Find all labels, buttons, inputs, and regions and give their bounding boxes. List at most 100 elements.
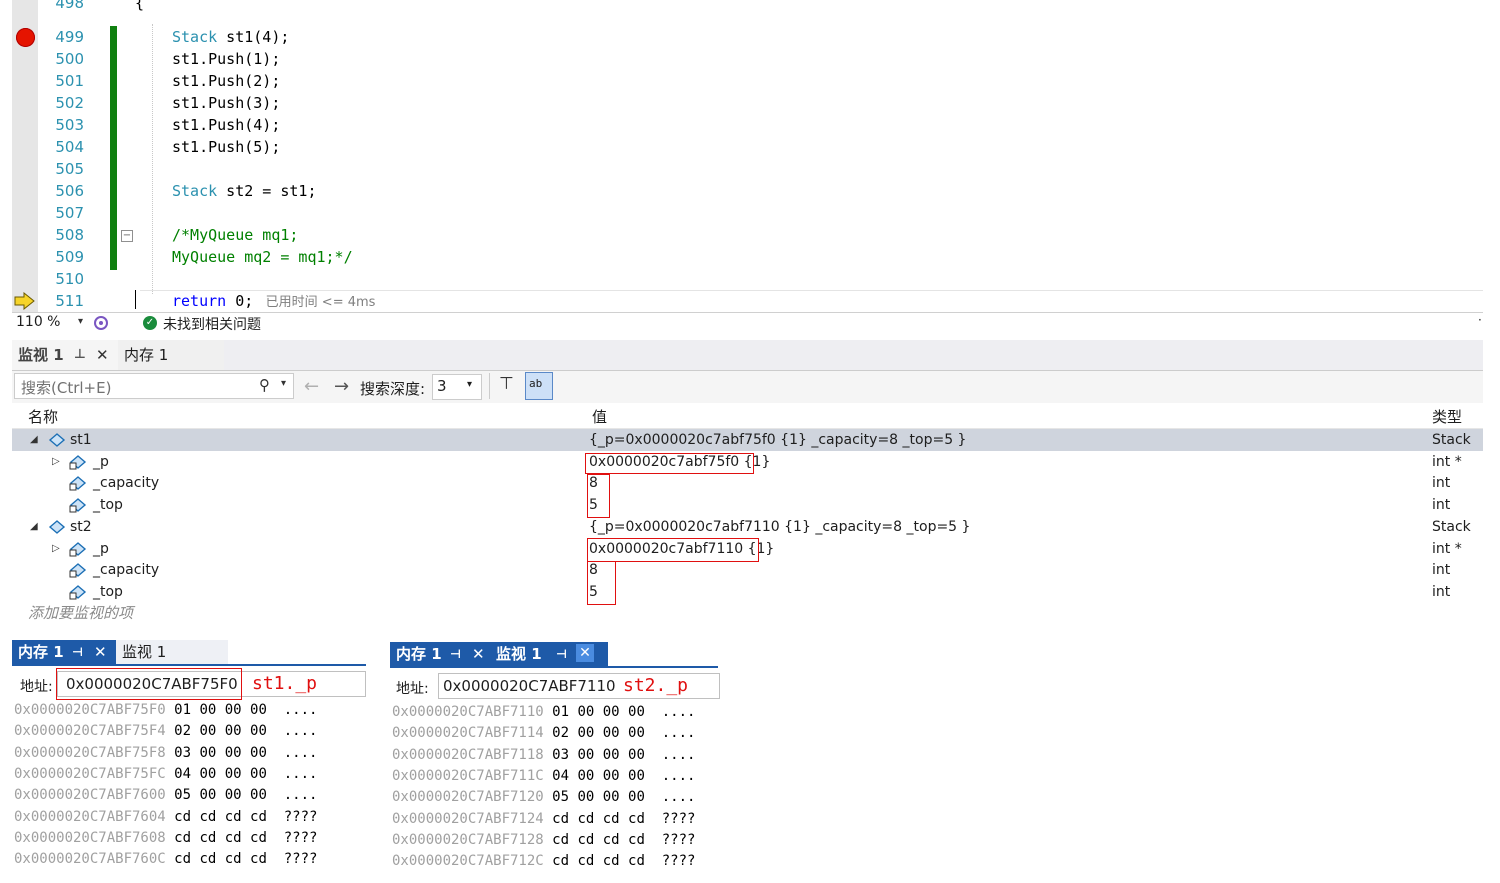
search-depth-dropdown[interactable]: 3 ▾ — [432, 374, 482, 400]
code-editor[interactable]: − 498 {499 Stack st1(4); 500 st1.Push(1); 501… — [0, 0, 1483, 312]
memory-bytes: cd cd cd cd — [174, 808, 267, 825]
code-token: st2 = st1; — [217, 182, 317, 200]
close-icon[interactable]: ✕ — [94, 640, 107, 664]
watch-row-type: int * — [1432, 453, 1462, 470]
memory-address: 0x0000020C7ABF75F0 — [14, 702, 166, 718]
expand-down-icon[interactable]: ◢ — [30, 429, 38, 451]
address-value: 0x0000020C7ABF7110 — [443, 677, 616, 695]
tab-watch1[interactable]: 监视 1 — [116, 640, 228, 664]
memory-row[interactable]: 0x0000020C7ABF75F4 02 00 00 00 .... — [14, 721, 317, 742]
line-number: 500 — [55, 50, 84, 68]
watch-row-name: _p — [93, 453, 109, 470]
line-number: 506 — [55, 182, 84, 200]
column-value[interactable]: 值 — [592, 406, 607, 427]
watch-row[interactable]: ◢ st2 {_p=0x0000020c7abf7110 {1} _capacity… — [12, 516, 1483, 538]
memory-row[interactable]: 0x0000020C7ABF7604 cd cd cd cd ???? — [14, 807, 317, 828]
pin-icon[interactable]: ⊤ — [499, 374, 514, 394]
pin-icon[interactable]: ⊥ — [74, 340, 86, 370]
code-line[interactable]: Stack st1(4); — [172, 26, 289, 48]
memory-row[interactable]: 0x0000020C7ABF7608 cd cd cd cd ???? — [14, 828, 317, 849]
pin-icon[interactable]: ⊣ — [450, 642, 461, 666]
close-icon[interactable]: ✕ — [96, 340, 109, 370]
memory-address: 0x0000020C7ABF7600 — [14, 787, 166, 804]
memory-ascii: .... — [661, 789, 696, 806]
private-field-icon — [69, 541, 87, 556]
forward-arrow-icon[interactable]: → — [334, 376, 349, 397]
pin-icon[interactable]: ⊣ — [556, 642, 567, 666]
tab-memory1[interactable]: 内存 1 ⊣ ✕ — [390, 642, 500, 666]
code-token: st1.Push(2); — [172, 72, 281, 90]
code-line[interactable]: st1.Push(3); — [172, 92, 280, 114]
memory-row[interactable]: 0x0000020C7ABF712C cd cd cd cd ???? — [392, 851, 695, 872]
chevron-down-icon[interactable]: ▾ — [78, 316, 83, 327]
brush-icon[interactable] — [92, 314, 110, 332]
pin-icon[interactable]: ⊣ — [72, 640, 83, 664]
search-input[interactable]: 搜索(Ctrl+E) ⚲ ▾ — [14, 373, 294, 399]
memory-row[interactable]: 0x0000020C7ABF7120 05 00 00 00 .... — [392, 787, 695, 808]
breakpoint-icon[interactable] — [16, 28, 35, 47]
code-line[interactable]: st1.Push(1); — [172, 48, 280, 70]
scroll-arrow-icon[interactable]: · — [1478, 313, 1482, 327]
code-line[interactable]: st1.Push(4); — [172, 114, 280, 136]
memory-row[interactable]: 0x0000020C7ABF7124 cd cd cd cd ???? — [392, 809, 695, 830]
memory-address: 0x0000020C7ABF7114 — [392, 725, 544, 742]
watch-row[interactable]: ◢ st1 {_p=0x0000020c7abf75f0 {1} _capacity… — [12, 429, 1483, 451]
code-line[interactable]: /*MyQueue mq1; — [172, 224, 298, 246]
tab-watch1[interactable]: 监视 1 ⊥ ✕ — [12, 340, 120, 370]
memory-row[interactable]: 0x0000020C7ABF711C 04 00 00 00 .... — [392, 766, 695, 787]
back-arrow-icon[interactable]: ← — [304, 376, 319, 397]
issues-status[interactable]: 未找到相关问题 — [163, 314, 261, 334]
expand-down-icon[interactable]: ◢ — [30, 516, 38, 538]
chevron-down-icon[interactable]: ▾ — [467, 379, 472, 390]
memory-address: 0x0000020C7ABF760C — [14, 851, 166, 868]
memory-row[interactable]: 0x0000020C7ABF75F8 03 00 00 00 .... — [14, 743, 317, 764]
memory-row[interactable]: 0x0000020C7ABF7600 05 00 00 00 .... — [14, 785, 317, 806]
memory-ascii: .... — [661, 704, 696, 720]
memory-bytes: cd cd cd cd — [552, 831, 645, 848]
column-name[interactable]: 名称 — [28, 406, 58, 427]
code-line[interactable]: st1.Push(5); — [172, 136, 280, 158]
watch-row-value[interactable]: {_p=0x0000020c7abf7110 {1} _capacity=8 _… — [589, 516, 970, 538]
memory-row[interactable]: 0x0000020C7ABF75F0 01 00 00 00 .... — [14, 700, 317, 721]
editor-status-bar: 110 % ▾ ✓ 未找到相关问题 · — [12, 312, 1483, 335]
expand-right-icon[interactable]: ▷ — [52, 451, 60, 473]
watch-row[interactable]: _capacity 8 int — [12, 559, 1483, 581]
watch-row-type: int — [1432, 583, 1451, 600]
close-icon[interactable]: ✕ — [576, 644, 594, 662]
column-type[interactable]: 类型 — [1432, 406, 1462, 427]
tab-memory1[interactable]: 内存 1 ⊣ ✕ — [12, 640, 122, 664]
code-line[interactable]: return 0; 已用时间 <= 4ms — [172, 290, 375, 312]
watch-row[interactable]: _top 5 int — [12, 494, 1483, 516]
view-as-text-button[interactable]: ab — [525, 372, 553, 400]
memory-row[interactable]: 0x0000020C7ABF7114 02 00 00 00 .... — [392, 723, 695, 744]
search-icon[interactable]: ⚲ — [259, 376, 270, 394]
memory-row[interactable]: 0x0000020C7ABF760C cd cd cd cd ???? — [14, 849, 317, 870]
memory-row[interactable]: 0x0000020C7ABF7128 cd cd cd cd ???? — [392, 830, 695, 851]
code-line[interactable]: { — [135, 0, 144, 14]
memory-address: 0x0000020C7ABF75FC — [14, 765, 166, 782]
memory-address: 0x0000020C7ABF7604 — [14, 808, 166, 825]
line-number: 509 — [55, 248, 84, 266]
zoom-dropdown[interactable]: 110 % — [16, 314, 86, 332]
code-line[interactable]: Stack st2 = st1; — [172, 180, 317, 202]
memory-row[interactable]: 0x0000020C7ABF7118 03 00 00 00 .... — [392, 745, 695, 766]
code-line[interactable]: MyQueue mq2 = mq1;*/ — [172, 246, 353, 268]
collapse-region-icon[interactable]: − — [121, 230, 133, 242]
watch-row[interactable]: _capacity 8 int — [12, 472, 1483, 494]
search-depth-label: 搜索深度: — [360, 380, 426, 398]
memory-row[interactable]: 0x0000020C7ABF7110 01 00 00 00 .... — [392, 702, 695, 723]
code-token: st1.Push(3); — [172, 94, 281, 112]
tab-memory1[interactable]: 内存 1 — [118, 340, 224, 370]
watch-row[interactable]: _top 5 int — [12, 581, 1483, 603]
memory-row[interactable]: 0x0000020C7ABF75FC 04 00 00 00 .... — [14, 764, 317, 785]
tab-watch1[interactable]: 监视 1 ⊣ ✕ — [490, 642, 608, 666]
watch-row-value[interactable]: {_p=0x0000020c7abf75f0 {1} _capacity=8 _… — [589, 429, 966, 451]
code-token: Stack — [172, 28, 218, 46]
add-watch-placeholder[interactable]: 添加要监视的项 — [28, 602, 133, 623]
memory-address: 0x0000020C7ABF7120 — [392, 789, 544, 806]
watch-row-type: int — [1432, 475, 1451, 492]
expand-right-icon[interactable]: ▷ — [52, 538, 60, 560]
code-line[interactable]: st1.Push(2); — [172, 70, 280, 92]
chevron-down-icon[interactable]: ▾ — [281, 378, 286, 389]
close-icon[interactable]: ✕ — [472, 642, 485, 666]
